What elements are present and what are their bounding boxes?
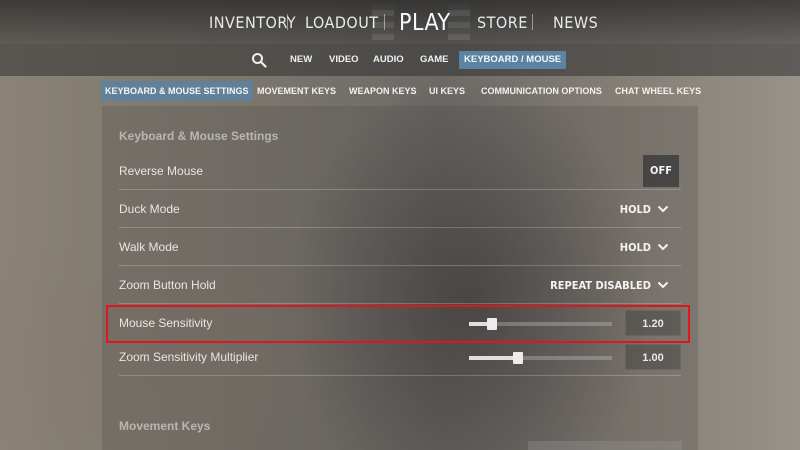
chevron-down-icon[interactable] <box>657 204 669 214</box>
zoom-sensitivity-input[interactable]: 1.00 <box>625 344 681 370</box>
section-title-movement-keys: Movement Keys <box>119 419 211 433</box>
highlight-box <box>106 305 690 343</box>
slider-fill <box>469 356 518 360</box>
nav-store[interactable]: STORE <box>477 0 528 44</box>
walk-mode-value[interactable]: HOLD <box>620 229 651 266</box>
settings-tabs: NEW VIDEO AUDIO GAME KEYBOARD / MOUSE <box>0 44 800 76</box>
search-icon[interactable] <box>251 52 267 68</box>
chevron-down-icon[interactable] <box>657 242 669 252</box>
category-tabs: KEYBOARD & MOUSE SETTINGS MOVEMENT KEYS … <box>0 78 800 104</box>
setting-label: Zoom Sensitivity Multiplier <box>119 350 259 364</box>
category-weapon-keys[interactable]: WEAPON KEYS <box>345 81 421 101</box>
reverse-mouse-toggle[interactable]: OFF <box>643 155 679 187</box>
category-chat-wheel-keys[interactable]: CHAT WHEEL KEYS <box>611 81 705 101</box>
nav-play[interactable]: PLAY <box>399 0 451 44</box>
category-movement-keys[interactable]: MOVEMENT KEYS <box>253 81 340 101</box>
nav-divider <box>384 14 385 30</box>
chevron-down-icon[interactable] <box>657 280 669 290</box>
nav-inventory[interactable]: INVENTORY <box>209 0 296 44</box>
setting-label: Zoom Button Hold <box>119 278 216 292</box>
nav-divider <box>532 14 533 30</box>
category-ui-keys[interactable]: UI KEYS <box>425 81 469 101</box>
setting-zoom-button-hold[interactable]: Zoom Button Hold REPEAT DISABLED <box>119 267 681 304</box>
tab-keyboard-mouse[interactable]: KEYBOARD / MOUSE <box>459 51 567 69</box>
top-navigation: INVENTORY LOADOUT PLAY STORE NEWS <box>0 0 800 44</box>
setting-walk-mode[interactable]: Walk Mode HOLD <box>119 229 681 266</box>
setting-reverse-mouse: Reverse Mouse OFF <box>119 153 681 190</box>
setting-duck-mode[interactable]: Duck Mode HOLD <box>119 191 681 228</box>
setting-label: Walk Mode <box>119 240 179 254</box>
play-decoration <box>448 4 470 40</box>
nav-loadout[interactable]: LOADOUT <box>305 0 379 44</box>
zoom-sensitivity-slider[interactable] <box>469 352 612 364</box>
setting-label: Duck Mode <box>119 202 180 216</box>
play-decoration <box>372 4 394 40</box>
section-title-keyboard-mouse: Keyboard & Mouse Settings <box>119 129 279 143</box>
tab-new[interactable]: NEW <box>286 51 316 69</box>
tab-audio[interactable]: AUDIO <box>369 51 408 69</box>
category-communication-options[interactable]: COMMUNICATION OPTIONS <box>477 81 606 101</box>
setting-label: Reverse Mouse <box>119 164 204 178</box>
setting-zoom-sensitivity-multiplier: Zoom Sensitivity Multiplier 1.00 <box>119 339 681 376</box>
slider-handle[interactable] <box>512 352 523 364</box>
nav-news[interactable]: NEWS <box>553 0 598 44</box>
nav-divider <box>287 14 288 30</box>
tab-game[interactable]: GAME <box>416 51 453 69</box>
keybind-box[interactable] <box>528 441 682 450</box>
zoom-button-hold-value[interactable]: REPEAT DISABLED <box>550 267 651 304</box>
duck-mode-value[interactable]: HOLD <box>620 191 651 228</box>
tab-video[interactable]: VIDEO <box>325 51 363 69</box>
category-keyboard-mouse-settings[interactable]: KEYBOARD & MOUSE SETTINGS <box>101 81 253 101</box>
